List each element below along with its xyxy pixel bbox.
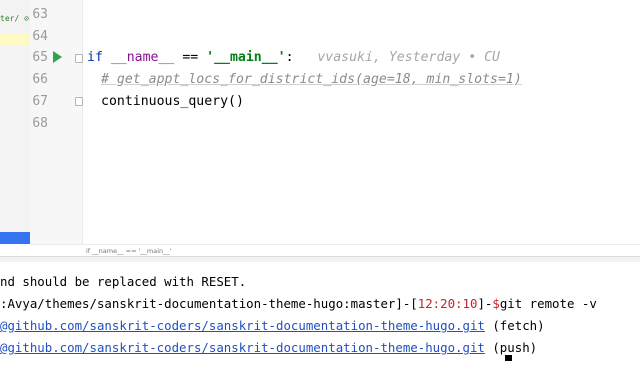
terminal-panel[interactable]: nd should be replaced with RESET. :Avya/… — [0, 262, 640, 361]
dunder-name: __name__ — [110, 50, 175, 65]
terminal-output-line: @github.com/sanskrit-coders/sanskrit-doc… — [0, 340, 537, 355]
keyword-if: if — [87, 50, 103, 65]
function-call: continuous_query() — [101, 94, 244, 109]
line-number: 63 — [32, 7, 48, 22]
run-gutter-icon[interactable] — [53, 51, 62, 63]
terminal-prompt-line: :Avya/themes/sanskrit-documentation-them… — [0, 296, 597, 311]
code-comment: # get_appt_locs_for_district_ids(age=18,… — [101, 72, 522, 87]
colon: : — [285, 50, 294, 65]
project-tree-fragment[interactable]: ter/ ⊘ — [0, 14, 29, 23]
prompt-time: 12:20:10 — [417, 296, 478, 311]
project-panel-edge: ter/ ⊘ — [0, 0, 30, 244]
line-number: 68 — [32, 116, 48, 131]
selected-tree-row[interactable] — [0, 34, 30, 46]
operator: == — [182, 50, 199, 65]
fold-icon[interactable] — [75, 54, 83, 63]
terminal-cursor — [505, 355, 512, 370]
string-main: '__main__' — [206, 50, 286, 65]
remote-type: (fetch) — [484, 318, 545, 333]
remote-type: (push) — [484, 340, 538, 355]
prompt-path: :Avya/themes/sanskrit-documentation-them… — [0, 296, 418, 311]
fold-icon[interactable] — [75, 97, 83, 106]
code-line-67[interactable]: continuous_query() — [101, 94, 244, 109]
terminal-output-line: nd should be replaced with RESET. — [0, 274, 247, 289]
line-number: 64 — [32, 29, 48, 44]
code-line-66[interactable]: # get_appt_locs_for_district_ids(age=18,… — [101, 72, 522, 87]
git-blame-annotation: vvasuki, Yesterday • CU — [317, 50, 500, 65]
line-number: 65 — [32, 50, 48, 65]
tree-scroll-selection[interactable] — [0, 232, 30, 244]
line-number: 66 — [32, 72, 48, 87]
code-line-65[interactable]: if __name__ == '__main__': vvasuki, Yest… — [87, 50, 500, 65]
remote-url-link[interactable]: @github.com/sanskrit-coders/sanskrit-doc… — [0, 318, 485, 333]
terminal-output-line: @github.com/sanskrit-coders/sanskrit-doc… — [0, 318, 545, 333]
remote-url-link[interactable]: @github.com/sanskrit-coders/sanskrit-doc… — [0, 340, 485, 355]
line-number: 67 — [32, 94, 48, 109]
prompt-separator: ]- — [477, 296, 493, 311]
prompt-command: git remote -v — [499, 296, 597, 311]
prompt-dollar: $ — [492, 296, 500, 311]
